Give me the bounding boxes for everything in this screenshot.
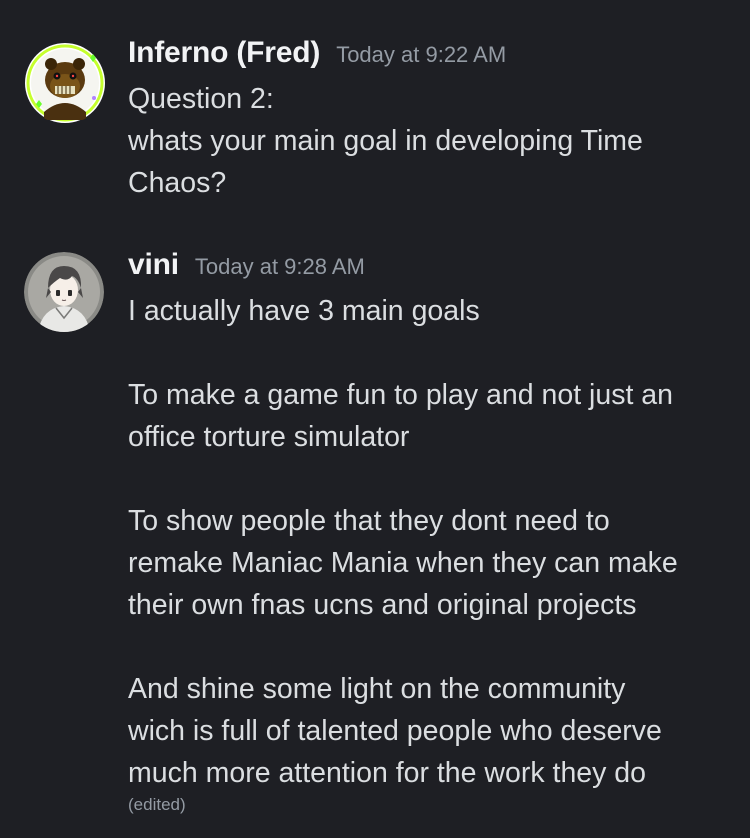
message-text-line: Chaos? [128,167,227,199]
message-text-line: remake Maniac Mania when they can make [128,547,678,579]
message-text-line: wich is full of talented people who dese… [128,715,662,747]
timestamp[interactable]: Today at 9:22 AM [336,42,506,68]
message-header: vini Today at 9:28 AM [128,248,728,290]
message-text-line: I actually have 3 main goals [128,295,480,327]
message-text-line: whats your main goal in developing Time [128,125,643,157]
message-text-line: much more attention for the work they do [128,757,647,789]
message-text-line: office torture simulator [128,421,410,453]
message-text-line: Question 2: [128,83,274,115]
username[interactable]: vini [128,248,179,282]
message-text-line: And shine some light on the community [128,673,626,705]
timestamp[interactable]: Today at 9:28 AM [195,254,365,280]
edited-label: (edited) [128,795,186,814]
user-avatar[interactable] [24,42,106,124]
user-avatar[interactable] [24,252,104,332]
message-text-line: To make a game fun to play and not just … [128,379,674,411]
username[interactable]: Inferno (Fred) [128,36,320,70]
message-text-line: their own fnas ucns and original project… [128,589,637,621]
message-content: Inferno (Fred) Today at 9:22 AM Question… [128,36,728,204]
anime-boy-avatar-icon [24,252,104,332]
message-text-line: To show people that they dont need to [128,505,610,537]
message-header: Inferno (Fred) Today at 9:22 AM [128,36,728,78]
message-content: vini Today at 9:28 AM I actually have 3 … [128,248,728,816]
animatronic-bear-avatar-icon [25,43,105,123]
